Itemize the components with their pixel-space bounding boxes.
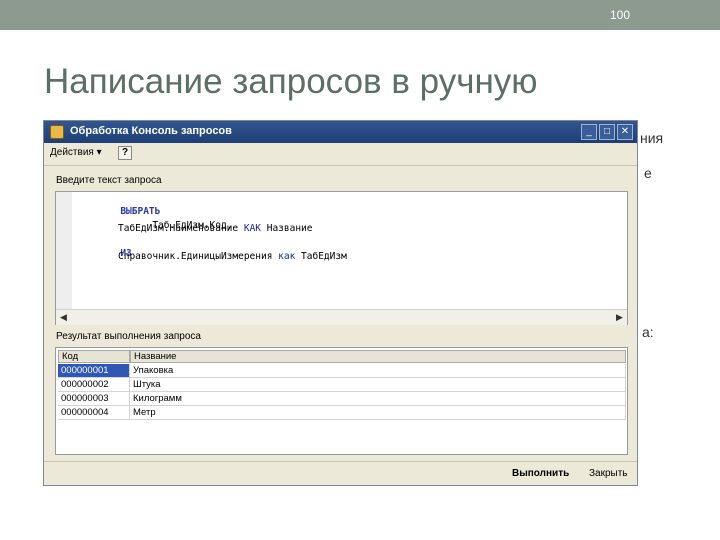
code-text: ТабЕдИзм.Наименование [118, 223, 244, 234]
query-console-window: Обработка Консоль запросов _ □ ✕ Действи… [43, 120, 638, 486]
minimize-button[interactable]: _ [581, 124, 597, 140]
code-text: Название [261, 223, 313, 234]
scroll-right-icon[interactable]: ▶ [612, 310, 627, 325]
actions-menu[interactable]: Действия ▾ [50, 147, 102, 158]
help-button[interactable]: ? [118, 146, 132, 160]
window-footer: Выполнить Закрыть [44, 461, 637, 486]
background-text-fragment: е [644, 165, 652, 181]
result-table: Код Название 000000001 Упаковка 00000000… [55, 347, 628, 455]
background-text-fragment: ния [640, 130, 664, 146]
result-section-label: Результат выполнения запроса [56, 331, 201, 342]
slide-top-bar: 100 [0, 0, 720, 30]
page-number: 100 [609, 8, 631, 22]
close-button[interactable]: Закрыть [589, 468, 628, 479]
editor-gutter [56, 192, 72, 309]
table-cell-name[interactable]: Штука [130, 378, 626, 392]
code-line: Справочник.ЕдиницыИзмерения как ТабЕдИзм [118, 251, 347, 262]
run-button[interactable]: Выполнить [512, 468, 569, 479]
window-title-bar[interactable]: Обработка Консоль запросов _ □ ✕ [44, 121, 637, 143]
background-text-fragment: а: [642, 324, 654, 340]
column-header-name[interactable]: Название [130, 350, 626, 363]
close-window-button[interactable]: ✕ [617, 124, 633, 140]
window-toolbar: Действия ▾ ? [44, 143, 637, 166]
table-cell-name[interactable]: Метр [130, 406, 626, 420]
query-text-editor[interactable]: ВЫБРАТЬ Таб.ЕдИзм.Код, ТабЕдИзм.Наименов… [55, 191, 628, 325]
code-text: ТабЕдИзм [295, 251, 347, 262]
window-title: Обработка Консоль запросов [70, 125, 232, 137]
code-line: ТабЕдИзм.Наименование КАК Название [118, 223, 313, 234]
query-section-label: Введите текст запроса [56, 175, 162, 186]
table-cell-code[interactable]: 000000003 [58, 392, 130, 406]
column-header-code[interactable]: Код [58, 350, 130, 363]
horizontal-scrollbar[interactable]: ◀ ▶ [56, 309, 627, 325]
table-cell-code[interactable]: 000000004 [58, 406, 130, 420]
keyword: как [278, 251, 296, 262]
code-text: Справочник.ЕдиницыИзмерения [118, 251, 279, 262]
table-cell-code[interactable]: 000000001 [58, 364, 130, 378]
table-cell-name[interactable]: Упаковка [130, 364, 626, 378]
scroll-left-icon[interactable]: ◀ [56, 310, 71, 325]
table-cell-name[interactable]: Килограмм [130, 392, 626, 406]
table-cell-code[interactable]: 000000002 [58, 378, 130, 392]
app-icon [50, 125, 64, 139]
maximize-button[interactable]: □ [599, 124, 615, 140]
keyword: КАК [243, 223, 262, 234]
slide-title: Написание запросов в ручную [44, 62, 538, 101]
